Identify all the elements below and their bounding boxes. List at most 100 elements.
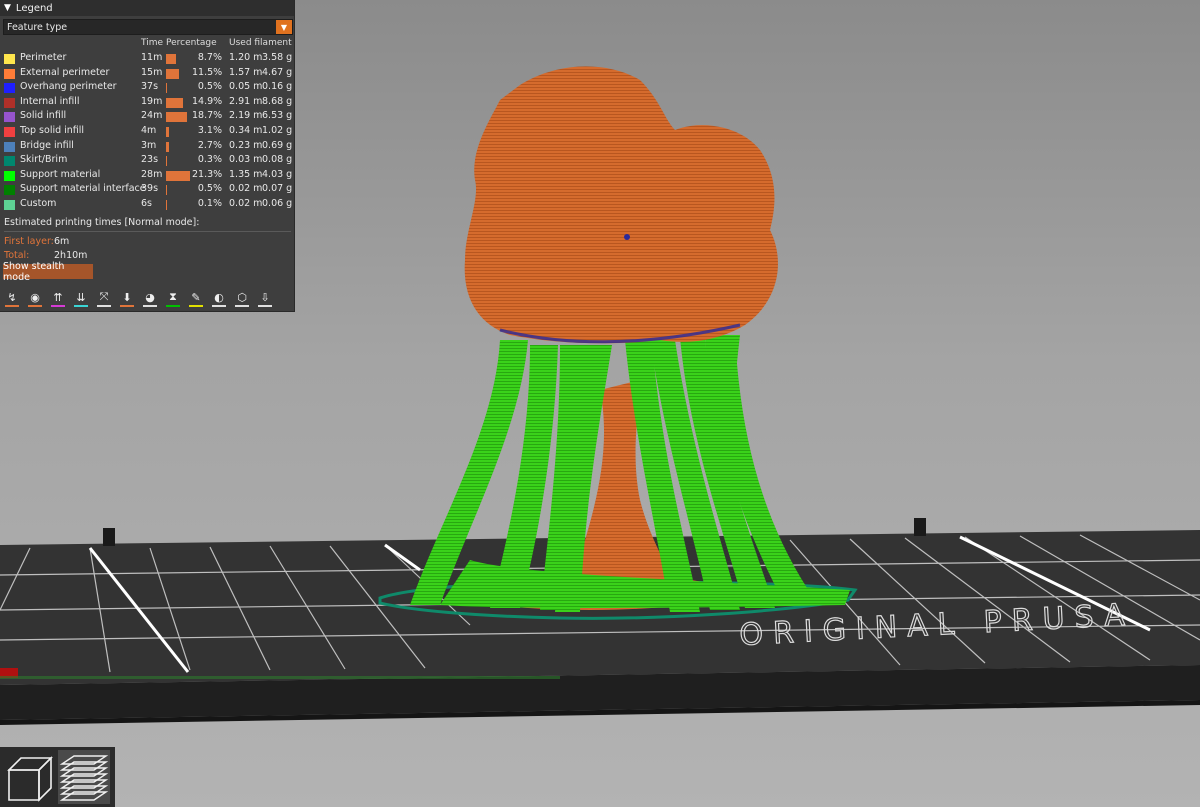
- icon-underline: [189, 305, 203, 307]
- color-swatch: [4, 54, 15, 64]
- feature-time: 37s: [141, 81, 159, 93]
- pause-prints-icon[interactable]: ⧗: [164, 287, 182, 307]
- legend-title: Legend: [15, 2, 53, 14]
- legend-row[interactable]: Perimeter 11m 8.7% 1.20 m 3.58 g: [0, 52, 294, 66]
- dropdown-arrow-icon[interactable]: ▼: [276, 20, 292, 34]
- percentage-bar: [166, 68, 179, 79]
- divider: [4, 231, 291, 232]
- filament-weight: 3.58 g: [262, 52, 293, 63]
- color-changes-icon[interactable]: ◕: [141, 287, 159, 307]
- travel-icon[interactable]: ↯: [3, 287, 21, 307]
- filament-length: 1.35 m: [229, 168, 263, 180]
- feature-time: 11m: [141, 52, 163, 63]
- icon-underline: [212, 305, 226, 307]
- deretractions-icon[interactable]: ⇊: [72, 287, 90, 307]
- icon-underline: [28, 305, 42, 307]
- filament-length: 0.23 m: [229, 139, 263, 151]
- icon-underline: [143, 305, 157, 307]
- legend-row[interactable]: Internal infill 19m 14.9% 2.91 m 8.68 g: [0, 96, 294, 110]
- custom-gcodes-icon[interactable]: ✎: [187, 287, 205, 307]
- feature-name: Support material: [20, 168, 101, 180]
- filament-length: 1.20 m: [229, 52, 263, 63]
- color-swatch: [4, 141, 15, 152]
- icon-underline: [5, 305, 19, 307]
- view-mode-switcher: [0, 747, 115, 807]
- filament-weight: 4.67 g: [262, 66, 293, 78]
- center-of-gravity-icon[interactable]: ◐: [210, 287, 228, 307]
- feature-time: 6s: [141, 198, 152, 209]
- feature-percentage: 14.9%: [192, 95, 223, 107]
- filament-weight: 0.69 g: [262, 139, 293, 151]
- filament-column-header: Used filament: [229, 38, 292, 48]
- filament-length: 2.91 m: [229, 95, 263, 107]
- view-type-dropdown[interactable]: Feature type ▼: [3, 19, 293, 35]
- filament-length: 0.05 m: [229, 81, 263, 93]
- color-swatch: [4, 200, 15, 210]
- feature-percentage: 0.1%: [197, 198, 222, 209]
- legend-column-headers: Time Percentage Used filament: [0, 38, 294, 50]
- retractions-icon[interactable]: ⇈: [49, 287, 67, 307]
- filament-weight: 0.07 g: [262, 183, 293, 195]
- icon-underline: [97, 305, 111, 307]
- percentage-bar: [166, 127, 170, 137]
- feature-percentage: 8.7%: [197, 52, 222, 63]
- feature-time: 15m: [141, 66, 163, 78]
- color-swatch: [4, 185, 15, 196]
- legend-header[interactable]: ▼ Legend: [0, 0, 294, 16]
- show-stealth-mode-button[interactable]: Show stealth mode: [3, 261, 93, 283]
- percentage-bar: [166, 112, 188, 123]
- feature-name: Solid infill: [20, 110, 67, 122]
- seams-icon[interactable]: ⤧: [95, 287, 113, 307]
- legend-row[interactable]: Top solid infill 4m 3.1% 0.34 m 1.02 g: [0, 125, 294, 139]
- filament-length: 0.34 m: [229, 125, 263, 136]
- filament-weight: 0.16 g: [262, 81, 293, 93]
- collapse-triangle-icon[interactable]: ▼: [4, 3, 11, 13]
- legend-row[interactable]: External perimeter 15m 11.5% 1.57 m 4.67 g: [0, 67, 294, 81]
- filament-weight: 6.53 g: [262, 110, 293, 122]
- filament-weight: 0.08 g: [262, 154, 293, 166]
- percentage-bar: [166, 97, 183, 108]
- filament-weight: 1.02 g: [262, 125, 293, 136]
- shells-icon[interactable]: ⬡: [233, 287, 251, 307]
- percentage-bar: [166, 141, 170, 152]
- icon-underline: [120, 305, 134, 307]
- filament-length: 2.19 m: [229, 110, 263, 122]
- first-layer-value: 6m: [54, 236, 70, 247]
- preview-layers-icon[interactable]: [58, 750, 110, 804]
- icon-underline: [235, 305, 249, 307]
- legend-row[interactable]: Bridge infill 3m 2.7% 0.23 m 0.69 g: [0, 140, 294, 154]
- icon-underline: [166, 305, 180, 307]
- tool-marker-icon[interactable]: ⇩: [256, 287, 274, 307]
- legend-row[interactable]: Solid infill 24m 18.7% 2.19 m 6.53 g: [0, 110, 294, 124]
- percentage-column-header: Percentage: [166, 38, 217, 48]
- feature-name: Overhang perimeter: [20, 81, 117, 93]
- legend-panel: ▼ Legend Feature type ▼ Time Percentage …: [0, 0, 295, 312]
- model-canopy: [464, 66, 778, 344]
- feature-percentage: 21.3%: [192, 168, 223, 180]
- feature-time: 4m: [141, 125, 157, 136]
- feature-percentage: 2.7%: [197, 139, 222, 151]
- feature-time: 23s: [141, 154, 159, 166]
- legend-row[interactable]: Skirt/Brim 23s 0.3% 0.03 m 0.08 g: [0, 154, 294, 168]
- total-time-label: Total:: [4, 250, 30, 261]
- tool-changes-icon[interactable]: ⬇: [118, 287, 136, 307]
- color-swatch: [4, 68, 15, 79]
- filament-weight: 0.06 g: [262, 198, 293, 209]
- feature-name: Top solid infill: [20, 125, 85, 136]
- percentage-bar: [166, 54, 176, 64]
- color-swatch: [4, 127, 15, 137]
- feature-time: 39s: [141, 183, 159, 195]
- wipe-icon[interactable]: ◉: [26, 287, 44, 307]
- color-swatch: [4, 83, 15, 94]
- color-swatch: [4, 170, 15, 181]
- legend-row[interactable]: Support material interface 39s 0.5% 0.02 m0…: [0, 183, 294, 197]
- icon-underline: [51, 305, 65, 307]
- time-column-header: Time: [141, 38, 164, 48]
- legend-row[interactable]: Support material 28m 21.3% 1.35 m 4.03 g: [0, 169, 294, 183]
- feature-percentage: 3.1%: [197, 125, 222, 136]
- legend-row[interactable]: Overhang perimeter 37s 0.5% 0.05 m 0.16 g: [0, 81, 294, 95]
- feature-name: Internal infill: [20, 95, 80, 107]
- legend-row[interactable]: Custom 6s 0.1% 0.02 m 0.06 g: [0, 198, 294, 212]
- 3d-view-icon[interactable]: [3, 750, 55, 804]
- feature-time: 3m: [141, 139, 157, 151]
